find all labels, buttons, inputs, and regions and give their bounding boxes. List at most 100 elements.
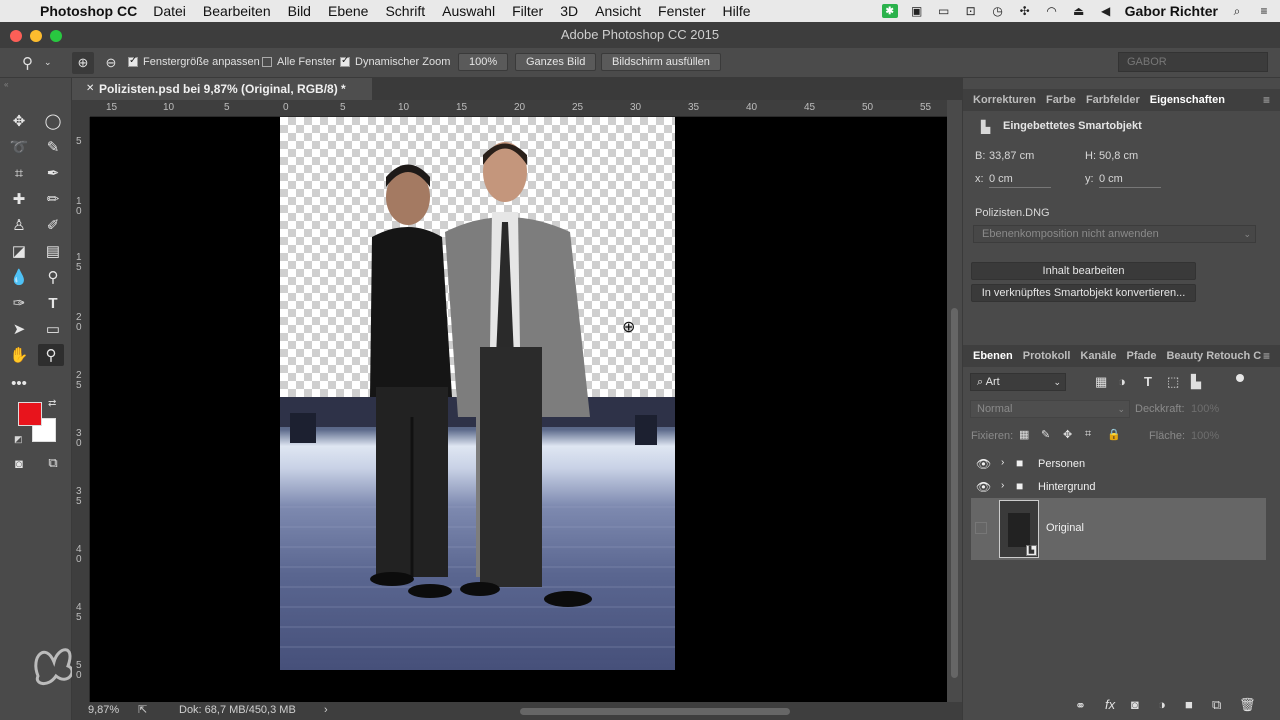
evernote-icon[interactable]: ✱ — [881, 4, 898, 18]
vertical-ruler[interactable]: 5 1 0 1 5 2 0 2 5 3 0 3 5 4 0 4 5 5 0 — [72, 117, 90, 702]
layer-thumbnail[interactable]: ▙ — [999, 500, 1039, 558]
panel-menu-icon[interactable]: ≡ — [1258, 349, 1275, 363]
wifi-icon[interactable]: ◠ — [1044, 4, 1060, 18]
volume-icon[interactable]: ◀ — [1098, 4, 1114, 18]
new-group-icon[interactable]: ■ — [1185, 697, 1193, 712]
blur-tool-icon[interactable]: 💧 — [6, 266, 32, 288]
scrubby-zoom-option[interactable]: Dynamischer Zoom — [340, 55, 450, 68]
visibility-toggle-off[interactable] — [975, 522, 987, 534]
fit-window-checkbox[interactable] — [128, 55, 138, 68]
document-tab[interactable]: ✕ Polizisten.psd bei 9,87% (Original, RG… — [72, 78, 372, 100]
eject-icon[interactable]: ⏏ — [1071, 4, 1087, 18]
fit-window-option[interactable]: Fenstergröße anpassen — [128, 55, 260, 68]
blend-mode-select[interactable]: Normal ⌄ — [970, 400, 1130, 418]
layer-style-fx-icon[interactable]: fx — [1105, 697, 1115, 712]
all-windows-checkbox[interactable] — [262, 57, 272, 68]
horizontal-scroll-thumb[interactable] — [520, 708, 790, 715]
horizontal-ruler[interactable]: 15 10 5 0 5 10 15 20 25 30 35 40 45 50 5… — [90, 100, 947, 117]
menu-auswahl[interactable]: Auswahl — [442, 3, 495, 19]
layer-row-personen[interactable]: 👁 › ■ Personen — [971, 452, 1266, 475]
spotlight-search-icon[interactable]: ⌕ — [1229, 4, 1245, 18]
add-mask-icon[interactable]: ◙ — [1131, 697, 1139, 712]
fit-screen-button[interactable]: Ganzes Bild — [515, 53, 597, 71]
minimize-window-button[interactable] — [30, 30, 42, 42]
filter-shape-icon[interactable]: ⬚ — [1167, 374, 1179, 390]
app-menu[interactable]: Photoshop CC — [40, 3, 137, 19]
default-colors-icon[interactable]: ◩ — [14, 434, 23, 445]
tab-eigenschaften[interactable]: Eigenschaften — [1145, 94, 1230, 106]
x-position-field[interactable]: 0 cm — [989, 173, 1051, 188]
healing-brush-tool-icon[interactable]: ✚ — [6, 188, 32, 210]
filter-type-icon[interactable]: T — [1144, 374, 1152, 389]
type-tool-icon[interactable]: T — [40, 292, 66, 314]
panel-menu-icon[interactable]: ≡ — [1258, 93, 1275, 107]
share-icon[interactable]: ⇱ — [138, 703, 147, 716]
close-window-button[interactable] — [10, 30, 22, 42]
gradient-tool-icon[interactable]: ▤ — [40, 240, 66, 262]
eyedropper-tool-icon[interactable]: ✒ — [40, 162, 66, 184]
width-field[interactable]: 33,87 cm — [989, 150, 1034, 162]
zoom-tool-icon[interactable]: ⚲ — [38, 344, 64, 366]
tab-korrekturen[interactable]: Korrekturen — [963, 94, 1041, 106]
layer-row-original[interactable]: ▙ Original — [971, 498, 1266, 560]
lock-position-icon[interactable]: ✥ — [1063, 428, 1072, 441]
status-menu-arrow-icon[interactable]: › — [324, 704, 328, 716]
chevron-right-icon[interactable]: › — [1001, 480, 1004, 491]
hand-tool-icon[interactable]: ✋ — [6, 344, 32, 366]
move-tool-icon[interactable]: ✥ — [6, 110, 32, 132]
clone-stamp-tool-icon[interactable]: ♙ — [6, 214, 32, 236]
vertical-scrollbar[interactable] — [947, 100, 962, 702]
edit-contents-button[interactable]: Inhalt bearbeiten — [971, 262, 1196, 280]
screen-mode-icon[interactable]: ⧉ — [40, 452, 66, 474]
lock-all-icon[interactable]: 🔒 — [1107, 428, 1121, 441]
chevron-right-icon[interactable]: › — [1001, 457, 1004, 468]
ruler-origin[interactable] — [72, 100, 90, 117]
eraser-tool-icon[interactable]: ◪ — [6, 240, 32, 262]
zoom-window-button[interactable] — [50, 30, 62, 42]
zoom-in-icon[interactable]: ⊕ — [72, 52, 94, 74]
link-layers-icon[interactable]: ⚭ — [1075, 698, 1086, 714]
filter-toggle-icon[interactable] — [1236, 374, 1244, 382]
time-machine-icon[interactable]: ◷ — [990, 4, 1006, 18]
filter-pixel-icon[interactable]: ▦ — [1095, 374, 1107, 390]
rectangle-tool-icon[interactable]: ▭ — [40, 318, 66, 340]
menu-bild[interactable]: Bild — [288, 3, 311, 19]
delete-layer-icon[interactable]: 🗑 — [1239, 697, 1256, 713]
close-document-icon[interactable]: ✕ — [86, 78, 94, 100]
opacity-field[interactable]: 100% — [1191, 403, 1219, 415]
eye-icon[interactable]: 👁 — [976, 457, 991, 471]
filter-adjustment-icon[interactable]: ◑ — [1118, 374, 1126, 389]
zoom-out-icon[interactable]: ⊖ — [100, 52, 122, 74]
filter-smart-object-icon[interactable]: ▙ — [1191, 374, 1201, 390]
pen-tool-icon[interactable]: ✑ — [6, 292, 32, 314]
convert-to-linked-button[interactable]: In verknüpftes Smartobjekt konvertieren.… — [971, 284, 1196, 302]
adjustment-layer-icon[interactable]: ◑ — [1158, 697, 1166, 712]
menu-datei[interactable]: Datei — [153, 3, 186, 19]
vertical-scroll-thumb[interactable] — [951, 308, 958, 678]
chevron-down-icon[interactable]: ⌄ — [44, 57, 52, 68]
menu-hilfe[interactable]: Hilfe — [723, 3, 751, 19]
tab-farbe[interactable]: Farbe — [1041, 94, 1081, 106]
lasso-tool-icon[interactable]: ➰ — [6, 136, 32, 158]
crop-tool-icon[interactable]: ⌗ — [6, 162, 32, 184]
history-brush-tool-icon[interactable]: ✐ — [40, 214, 66, 236]
user-name[interactable]: Gabor Richter — [1125, 3, 1218, 19]
bluetooth-icon[interactable]: ✣ — [1017, 4, 1033, 18]
screen-share-icon[interactable]: ⊡ — [963, 4, 979, 18]
workspace-switcher[interactable]: GABOR — [1118, 52, 1268, 72]
eye-icon[interactable]: 👁 — [976, 480, 991, 494]
document-canvas[interactable] — [280, 117, 675, 670]
menu-bearbeiten[interactable]: Bearbeiten — [203, 3, 271, 19]
tab-protokoll[interactable]: Protokoll — [1018, 350, 1076, 362]
fill-field[interactable]: 100% — [1191, 430, 1219, 442]
tab-beauty-retouch[interactable]: Beauty Retouch C — [1161, 350, 1266, 362]
quick-mask-icon[interactable]: ◙ — [6, 452, 32, 474]
fill-screen-button[interactable]: Bildschirm ausfüllen — [601, 53, 721, 71]
all-windows-option[interactable]: Alle Fenster — [262, 56, 336, 68]
lock-image-pixels-icon[interactable]: ✎ — [1041, 428, 1050, 441]
menu-fenster[interactable]: Fenster — [658, 3, 705, 19]
menu-3d[interactable]: 3D — [560, 3, 578, 19]
display-icon[interactable]: ▭ — [936, 4, 952, 18]
notification-center-icon[interactable]: ≡ — [1256, 4, 1272, 18]
brush-tool-icon[interactable]: ✏ — [40, 188, 66, 210]
